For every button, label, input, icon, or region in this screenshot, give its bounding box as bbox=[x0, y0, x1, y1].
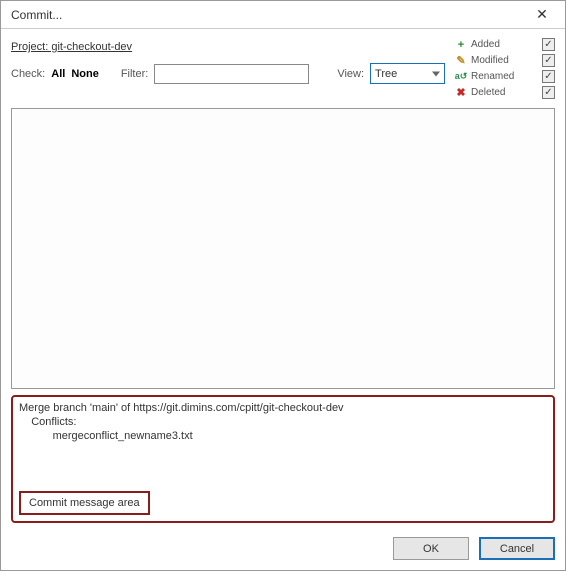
check-icon: ✓ bbox=[544, 87, 552, 98]
commit-message-text[interactable]: Merge branch 'main' of https://git.dimin… bbox=[19, 401, 547, 487]
legend-modified-label: Modified bbox=[471, 55, 538, 66]
view-selected-value: Tree bbox=[375, 68, 397, 80]
project-link[interactable]: Project: git-checkout-dev bbox=[11, 41, 132, 53]
check-filter-row: Check: All None Filter: View: Tree bbox=[11, 63, 455, 84]
check-none-link[interactable]: None bbox=[71, 68, 99, 80]
chevron-down-icon bbox=[432, 71, 440, 76]
rename-icon: a↺ bbox=[455, 71, 467, 83]
commit-message-callout: Commit message area bbox=[19, 491, 150, 515]
legend-added-row: + Added ✓ bbox=[455, 37, 555, 52]
window-title: Commit... bbox=[11, 8, 62, 22]
legend-renamed-row: a↺ Renamed ✓ bbox=[455, 69, 555, 84]
titlebar: Commit... ✕ bbox=[1, 1, 565, 29]
legend-deleted-row: ✖ Deleted ✓ bbox=[455, 85, 555, 100]
legend-added-label: Added bbox=[471, 39, 538, 50]
legend-renamed-label: Renamed bbox=[471, 71, 538, 82]
commit-message-area[interactable]: Merge branch 'main' of https://git.dimin… bbox=[11, 395, 555, 523]
project-row: Project: git-checkout-dev bbox=[11, 41, 455, 53]
check-icon: ✓ bbox=[544, 71, 552, 82]
view-select[interactable]: Tree bbox=[370, 63, 445, 84]
legend-renamed-checkbox[interactable]: ✓ bbox=[542, 70, 555, 83]
button-row: OK Cancel bbox=[1, 529, 565, 570]
filter-label: Filter: bbox=[121, 68, 149, 80]
top-controls: Project: git-checkout-dev Check: All Non… bbox=[11, 37, 555, 100]
commit-dialog: Commit... ✕ Project: git-checkout-dev Ch… bbox=[0, 0, 566, 571]
check-all-link[interactable]: All bbox=[51, 68, 65, 80]
file-list-area[interactable] bbox=[11, 108, 555, 389]
status-legend: + Added ✓ ✎ Modified ✓ a↺ Renamed ✓ ✖ De… bbox=[455, 37, 555, 100]
filter-input[interactable] bbox=[154, 64, 309, 84]
check-icon: ✓ bbox=[544, 55, 552, 66]
plus-icon: + bbox=[455, 39, 467, 51]
pencil-icon: ✎ bbox=[455, 55, 467, 67]
view-label: View: bbox=[337, 68, 364, 80]
close-button[interactable]: ✕ bbox=[527, 3, 557, 27]
legend-modified-row: ✎ Modified ✓ bbox=[455, 53, 555, 68]
dialog-content: Project: git-checkout-dev Check: All Non… bbox=[1, 29, 565, 529]
close-icon: ✕ bbox=[536, 6, 548, 23]
legend-deleted-label: Deleted bbox=[471, 87, 538, 98]
legend-added-checkbox[interactable]: ✓ bbox=[542, 38, 555, 51]
check-icon: ✓ bbox=[544, 39, 552, 50]
x-icon: ✖ bbox=[455, 87, 467, 99]
cancel-button[interactable]: Cancel bbox=[479, 537, 555, 560]
legend-deleted-checkbox[interactable]: ✓ bbox=[542, 86, 555, 99]
check-label: Check: bbox=[11, 68, 45, 80]
legend-modified-checkbox[interactable]: ✓ bbox=[542, 54, 555, 67]
left-controls: Project: git-checkout-dev Check: All Non… bbox=[11, 37, 455, 100]
ok-button[interactable]: OK bbox=[393, 537, 469, 560]
